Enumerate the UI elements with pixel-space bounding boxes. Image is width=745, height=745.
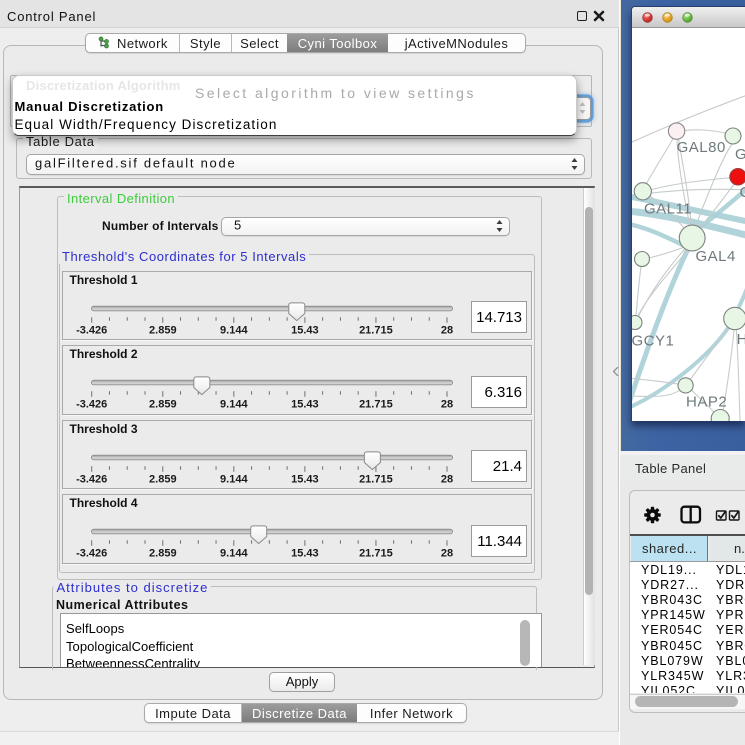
svg-text:28: 28	[440, 399, 452, 411]
svg-text:21.715: 21.715	[359, 473, 393, 485]
svg-text:GA: GA	[735, 146, 745, 163]
svg-text:2.859: 2.859	[149, 473, 177, 485]
svg-text:21.715: 21.715	[359, 399, 393, 411]
svg-text:GCY1: GCY1	[632, 333, 674, 350]
svg-text:-3.426: -3.426	[76, 473, 107, 485]
svg-text:15.43: 15.43	[291, 399, 319, 411]
svg-text:H: H	[737, 331, 745, 348]
svg-text:21.715: 21.715	[359, 324, 393, 336]
svg-text:C: C	[740, 184, 745, 201]
svg-text:2.859: 2.859	[149, 399, 177, 411]
svg-text:-3.426: -3.426	[76, 548, 107, 560]
svg-text:15.43: 15.43	[291, 548, 319, 560]
svg-text:HAP2: HAP2	[686, 394, 727, 411]
svg-text:-3.426: -3.426	[76, 324, 107, 336]
svg-text:9.144: 9.144	[220, 399, 248, 411]
svg-text:9.144: 9.144	[220, 324, 248, 336]
svg-text:-3.426: -3.426	[76, 399, 107, 411]
svg-text:15.43: 15.43	[291, 324, 319, 336]
svg-text:28: 28	[440, 473, 452, 485]
svg-text:2.859: 2.859	[149, 548, 177, 560]
svg-text:9.144: 9.144	[220, 473, 248, 485]
svg-text:15.43: 15.43	[291, 473, 319, 485]
svg-text:2.859: 2.859	[149, 324, 177, 336]
svg-text:GAL11: GAL11	[644, 201, 692, 218]
svg-text:28: 28	[440, 548, 452, 560]
svg-text:21.715: 21.715	[359, 548, 393, 560]
svg-text:28: 28	[440, 324, 452, 336]
svg-text:9.144: 9.144	[220, 548, 248, 560]
svg-text:GAL80: GAL80	[677, 139, 726, 156]
svg-text:GAL4: GAL4	[696, 248, 736, 265]
